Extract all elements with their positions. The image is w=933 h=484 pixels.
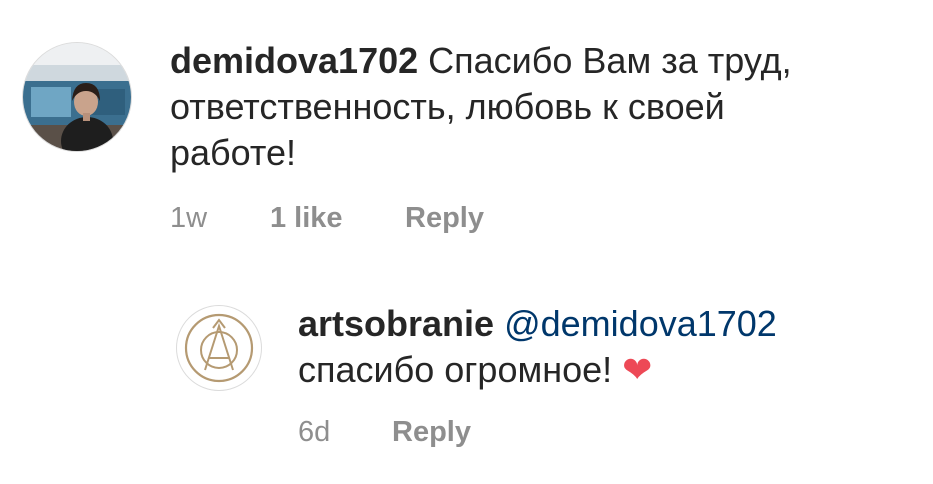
comment-text: artsobranie @demidova1702 спасибо огромн… <box>298 301 858 394</box>
likes-count[interactable]: 1 like <box>270 202 405 235</box>
reply-comment: artsobranie @demidova1702 спасибо огромн… <box>176 303 858 449</box>
comment-timestamp: 6d <box>298 416 331 448</box>
user-photo-icon <box>23 43 131 151</box>
reply-button[interactable]: Reply <box>392 416 471 449</box>
mention-link[interactable]: @demidova1702 <box>504 303 777 344</box>
comment-text: demidova1702 Спасибо Вам за труд, ответс… <box>170 38 850 176</box>
reply-button[interactable]: Reply <box>405 202 484 235</box>
artsobranie-logo-icon <box>184 313 254 383</box>
comment: demidova1702 Спасибо Вам за труд, ответс… <box>22 40 850 235</box>
comment-timestamp: 1w <box>170 202 208 234</box>
avatar[interactable] <box>176 305 262 391</box>
heart-emoji-icon: ❤ <box>622 350 653 391</box>
comment-username[interactable]: artsobranie <box>298 303 494 344</box>
avatar[interactable] <box>22 42 132 152</box>
comment-username[interactable]: demidova1702 <box>170 40 418 81</box>
comment-body: спасибо огромное! <box>298 349 613 390</box>
